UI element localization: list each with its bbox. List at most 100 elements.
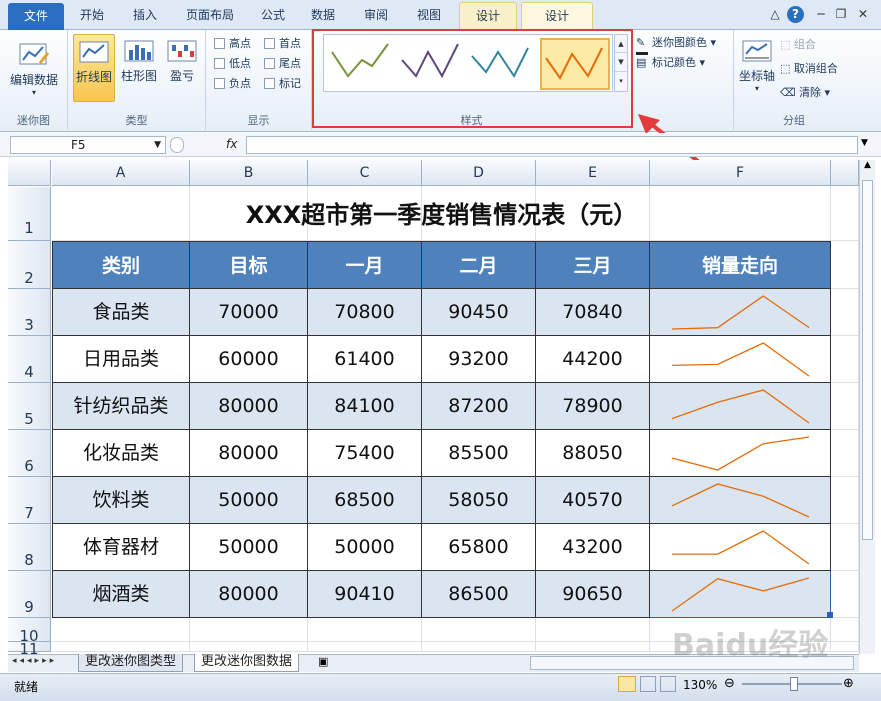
zoom-in-icon[interactable]: ⊕ [843,676,854,691]
table-header-cell[interactable]: 目标 [190,241,308,289]
help-icon[interactable]: ? [787,6,804,23]
column-header[interactable]: F [650,160,831,186]
table-cell[interactable]: 84100 [308,383,422,430]
collapse-ribbon-icon[interactable]: △ [766,6,784,24]
table-cell[interactable]: 日用品类 [52,336,190,383]
column-header[interactable]: E [536,160,650,186]
table-header-cell[interactable]: 三月 [536,241,650,289]
page-break-view-icon[interactable] [660,676,676,692]
table-cell[interactable]: 90650 [536,571,650,618]
vertical-scrollbar[interactable]: ▲ [859,160,875,654]
table-header-cell[interactable]: 二月 [422,241,536,289]
column-type-button[interactable]: 柱形图 [118,34,160,102]
table-cell[interactable]: 40570 [536,477,650,524]
row-header[interactable]: 4 [8,336,51,383]
page-layout-view-icon[interactable] [640,676,656,692]
table-header-cell[interactable]: 一月 [308,241,422,289]
sparkline-cell[interactable] [650,477,831,524]
minimize-icon[interactable]: ─ [812,6,830,24]
expand-formula-icon[interactable]: ▼ [861,138,868,148]
sparkline-cell[interactable] [650,336,831,383]
scroll-up-icon[interactable]: ▲ [860,160,875,176]
ungroup-button[interactable]: ⬚ 取消组合 [780,60,838,78]
table-cell[interactable]: 90410 [308,571,422,618]
row-header[interactable]: 8 [8,524,51,571]
row-header[interactable]: 6 [8,430,51,477]
table-cell[interactable]: 60000 [190,336,308,383]
sparkline-cell[interactable] [650,289,831,336]
table-cell[interactable]: 70000 [190,289,308,336]
table-cell[interactable]: 50000 [190,524,308,571]
row-header[interactable]: 5 [8,383,51,430]
table-cell[interactable]: 61400 [308,336,422,383]
table-cell[interactable]: 体育器材 [52,524,190,571]
tab-home[interactable]: 开始 [66,2,118,30]
table-cell[interactable]: 44200 [536,336,650,383]
tab-insert[interactable]: 插入 [120,2,170,30]
sheet-tab-change-type[interactable]: 更改迷你图类型 [78,654,184,672]
formula-input[interactable] [246,136,858,154]
zoom-slider-thumb[interactable] [790,677,798,691]
scroll-thumb[interactable] [862,180,873,540]
fx-icon[interactable]: fx [226,137,237,151]
column-header[interactable]: C [308,160,422,186]
tab-design-active[interactable]: 设计 [521,2,593,30]
table-cell[interactable]: 65800 [422,524,536,571]
row-header[interactable]: 3 [8,289,51,336]
new-sheet-icon[interactable]: ▣ [318,655,328,668]
winloss-type-button[interactable]: 盈亏 [162,34,202,102]
row-header[interactable]: 2 [8,241,51,289]
table-cell[interactable]: 58050 [422,477,536,524]
tab-file[interactable]: 文件 [8,3,64,30]
checkbox-last-point[interactable]: 尾点 [264,56,301,72]
checkbox-low-point[interactable]: 低点 [214,56,251,72]
tab-design-context[interactable]: 设计 [459,2,517,30]
formula-bar-splitter[interactable] [170,137,184,153]
table-cell[interactable]: 50000 [308,524,422,571]
table-cell[interactable]: 50000 [190,477,308,524]
tab-page-layout[interactable]: 页面布局 [172,2,248,30]
table-cell[interactable]: 烟酒类 [52,571,190,618]
tab-formulas[interactable]: 公式 [250,2,296,30]
axis-button[interactable]: 坐标轴 ▾ [736,34,778,104]
table-cell[interactable]: 88050 [536,430,650,477]
sparkline-color-button[interactable]: ✎ 迷你图颜色 ▾ [636,34,716,55]
sheet-nav-icons[interactable]: ◂◂◂▸▸▸ [12,656,57,666]
table-header-cell[interactable]: 销量走向 [650,241,831,289]
row-header[interactable]: 10 [8,618,51,645]
table-cell[interactable]: 80000 [190,430,308,477]
table-cell[interactable]: 87200 [422,383,536,430]
column-header[interactable]: A [52,160,190,186]
tab-data[interactable]: 数据 [298,2,348,30]
column-header[interactable] [831,160,859,186]
table-cell[interactable]: 78900 [536,383,650,430]
row-header[interactable]: 9 [8,571,51,618]
sparkline-cell[interactable] [650,571,831,618]
sparkline-cell[interactable] [650,524,831,571]
checkbox-high-point[interactable]: 高点 [214,36,251,52]
sheet-tab-change-data[interactable]: 更改迷你图数据 [194,654,300,672]
table-cell[interactable]: 食品类 [52,289,190,336]
table-cell[interactable]: 43200 [536,524,650,571]
zoom-level[interactable]: 130% [683,678,717,692]
group-button[interactable]: ⬚ 组合 [780,36,816,54]
sparkline-cell[interactable] [650,430,831,477]
table-cell[interactable]: 针纺织品类 [52,383,190,430]
checkbox-markers[interactable]: 标记 [264,76,301,92]
table-cell[interactable]: 90450 [422,289,536,336]
marker-color-button[interactable]: ▤ 标记颜色 ▾ [636,54,705,72]
close-icon[interactable]: ✕ [854,6,872,24]
tab-review[interactable]: 审阅 [350,2,402,30]
table-cell[interactable]: 93200 [422,336,536,383]
table-cell[interactable]: 68500 [308,477,422,524]
line-type-button[interactable]: 折线图 [73,34,115,102]
column-header[interactable]: D [422,160,536,186]
table-cell[interactable]: 86500 [422,571,536,618]
table-cell[interactable]: 85500 [422,430,536,477]
checkbox-negative-point[interactable]: 负点 [214,76,251,92]
zoom-out-icon[interactable]: ⊖ [724,676,735,691]
table-cell[interactable]: 化妆品类 [52,430,190,477]
table-cell[interactable]: 70840 [536,289,650,336]
table-cell[interactable]: 80000 [190,383,308,430]
normal-view-icon[interactable] [618,676,636,692]
